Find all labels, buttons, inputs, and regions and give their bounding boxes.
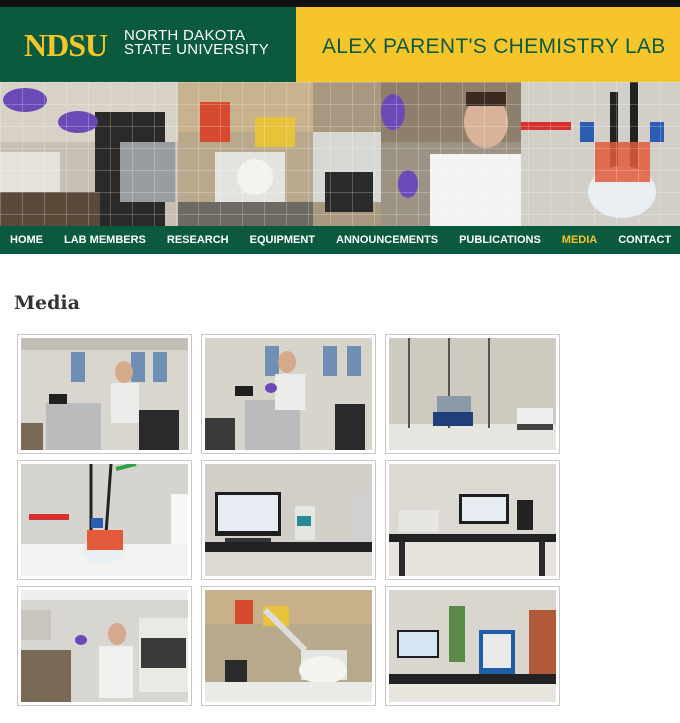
- gallery-photo-6[interactable]: [385, 460, 560, 580]
- photo-glass-cell-clamps: [21, 464, 188, 576]
- gallery-photo-8[interactable]: [201, 586, 376, 706]
- lab-title-block: ALEX PARENT'S CHEMISTRY LAB: [296, 7, 680, 82]
- photo-hotplate-setup: [389, 338, 556, 450]
- nav-publications[interactable]: PUBLICATIONS: [459, 234, 541, 246]
- photo-researcher-at-instrument: [21, 338, 188, 450]
- gallery-photo-1[interactable]: [17, 334, 192, 454]
- nav-research[interactable]: RESEARCH: [167, 234, 229, 246]
- banner-grid-overlay: [0, 82, 680, 226]
- gallery-photo-3[interactable]: [385, 334, 560, 454]
- gallery-photo-7[interactable]: [17, 586, 192, 706]
- gallery-photo-5[interactable]: [201, 460, 376, 580]
- top-bar: [0, 0, 680, 7]
- nav-media[interactable]: MEDIA: [562, 234, 597, 246]
- site-header: NDSU NORTH DAKOTA STATE UNIVERSITY ALEX …: [0, 7, 680, 82]
- logo-abbrev: NDSU: [24, 27, 108, 63]
- gallery-photo-2[interactable]: [201, 334, 376, 454]
- lab-title[interactable]: ALEX PARENT'S CHEMISTRY LAB: [322, 35, 666, 59]
- page-title: Media: [14, 292, 80, 314]
- photo-rotary-evaporator: [205, 590, 372, 702]
- logo-line-2: STATE UNIVERSITY: [124, 41, 270, 58]
- nav-equipment[interactable]: EQUIPMENT: [250, 234, 315, 246]
- university-logo[interactable]: NDSU NORTH DAKOTA STATE UNIVERSITY: [0, 7, 296, 82]
- gallery-photo-9[interactable]: [385, 586, 560, 706]
- logo-university-name: NORTH DAKOTA STATE UNIVERSITY: [124, 28, 270, 58]
- photo-instrument-station: [389, 590, 556, 702]
- photo-researcher-fume-hood: [21, 590, 188, 702]
- photo-computer-workstation: [205, 464, 372, 576]
- gallery-photo-4[interactable]: [17, 460, 192, 580]
- nav-home[interactable]: HOME: [10, 234, 43, 246]
- photo-spectrometer-bench: [389, 464, 556, 576]
- nav-announcements[interactable]: ANNOUNCEMENTS: [336, 234, 438, 246]
- photo-researcher-gloves: [205, 338, 372, 450]
- nav-lab-members[interactable]: LAB MEMBERS: [64, 234, 146, 246]
- nav-contact[interactable]: CONTACT: [618, 234, 671, 246]
- header-banner-image: [0, 82, 680, 226]
- main-navigation: HOME LAB MEMBERS RESEARCH EQUIPMENT ANNO…: [0, 226, 680, 254]
